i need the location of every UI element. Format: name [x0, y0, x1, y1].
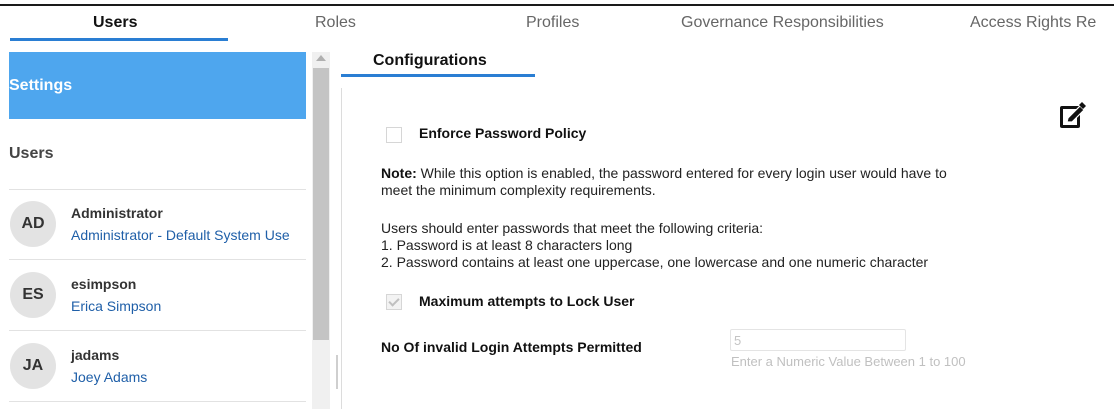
pencil-edit-icon[interactable]	[1058, 102, 1088, 132]
user-username: jadams	[71, 347, 120, 363]
invalid-attempts-hint: Enter a Numeric Value Between 1 to 100	[731, 354, 966, 369]
sidebar: Settings Users AD Administrator Administ…	[9, 52, 306, 409]
tab-configurations[interactable]: Configurations	[373, 52, 487, 70]
user-username: esimpson	[71, 276, 137, 292]
user-full-name[interactable]: Erica Simpson	[71, 298, 161, 314]
avatar: ES	[10, 272, 56, 318]
user-list-item[interactable]: ES esimpson Erica Simpson	[9, 260, 306, 331]
tab-governance-responsibilities[interactable]: Governance Responsibilities	[681, 14, 884, 32]
active-tab-indicator	[10, 38, 228, 41]
content-left-border	[341, 88, 342, 409]
enforce-password-policy-checkbox[interactable]	[386, 127, 402, 143]
tab-roles[interactable]: Roles	[315, 14, 356, 32]
panel-resize-handle[interactable]	[336, 355, 338, 389]
user-full-name[interactable]: Joey Adams	[71, 369, 147, 385]
criteria-intro: Users should enter passwords that meet t…	[381, 220, 764, 236]
invalid-attempts-input[interactable]	[730, 329, 906, 351]
criteria-item: 1. Password is at least 8 characters lon…	[381, 237, 633, 253]
user-full-name[interactable]: Administrator - Default System Use	[71, 227, 290, 243]
tab-access-rights[interactable]: Access Rights Re	[970, 14, 1096, 32]
user-username: Administrator	[71, 205, 163, 221]
note-prefix: Note:	[381, 165, 417, 181]
avatar: JA	[10, 343, 56, 389]
scroll-up-arrow-icon[interactable]	[316, 55, 326, 61]
tab-users[interactable]: Users	[93, 14, 137, 32]
sidebar-item-settings[interactable]: Settings	[9, 52, 306, 119]
enforce-password-policy-label: Enforce Password Policy	[419, 125, 587, 141]
max-attempts-label: Maximum attempts to Lock User	[419, 293, 635, 309]
sidebar-scrollbar[interactable]	[312, 52, 330, 409]
sidebar-item-users[interactable]: Users	[9, 119, 306, 190]
note-line: Note: While this option is enabled, the …	[381, 165, 947, 181]
subtab-indicator	[341, 74, 535, 77]
tab-profiles[interactable]: Profiles	[526, 14, 579, 32]
user-list-item[interactable]: JA jadams Joey Adams	[9, 331, 306, 402]
avatar: AD	[10, 201, 56, 247]
scrollbar-thumb[interactable]	[313, 68, 329, 340]
max-attempts-checkbox[interactable]	[386, 294, 402, 310]
invalid-attempts-label: No Of invalid Login Attempts Permitted	[381, 339, 642, 355]
note-text: While this option is enabled, the passwo…	[416, 165, 947, 181]
top-frame-line	[0, 4, 1114, 6]
top-tab-bar: Users Roles Profiles Governance Responsi…	[0, 0, 1114, 44]
criteria-item: 2. Password contains at least one upperc…	[381, 254, 929, 270]
note-line-2: meet the minimum complexity requirements…	[381, 182, 656, 198]
user-list-item[interactable]: AD Administrator Administrator - Default…	[9, 189, 306, 260]
